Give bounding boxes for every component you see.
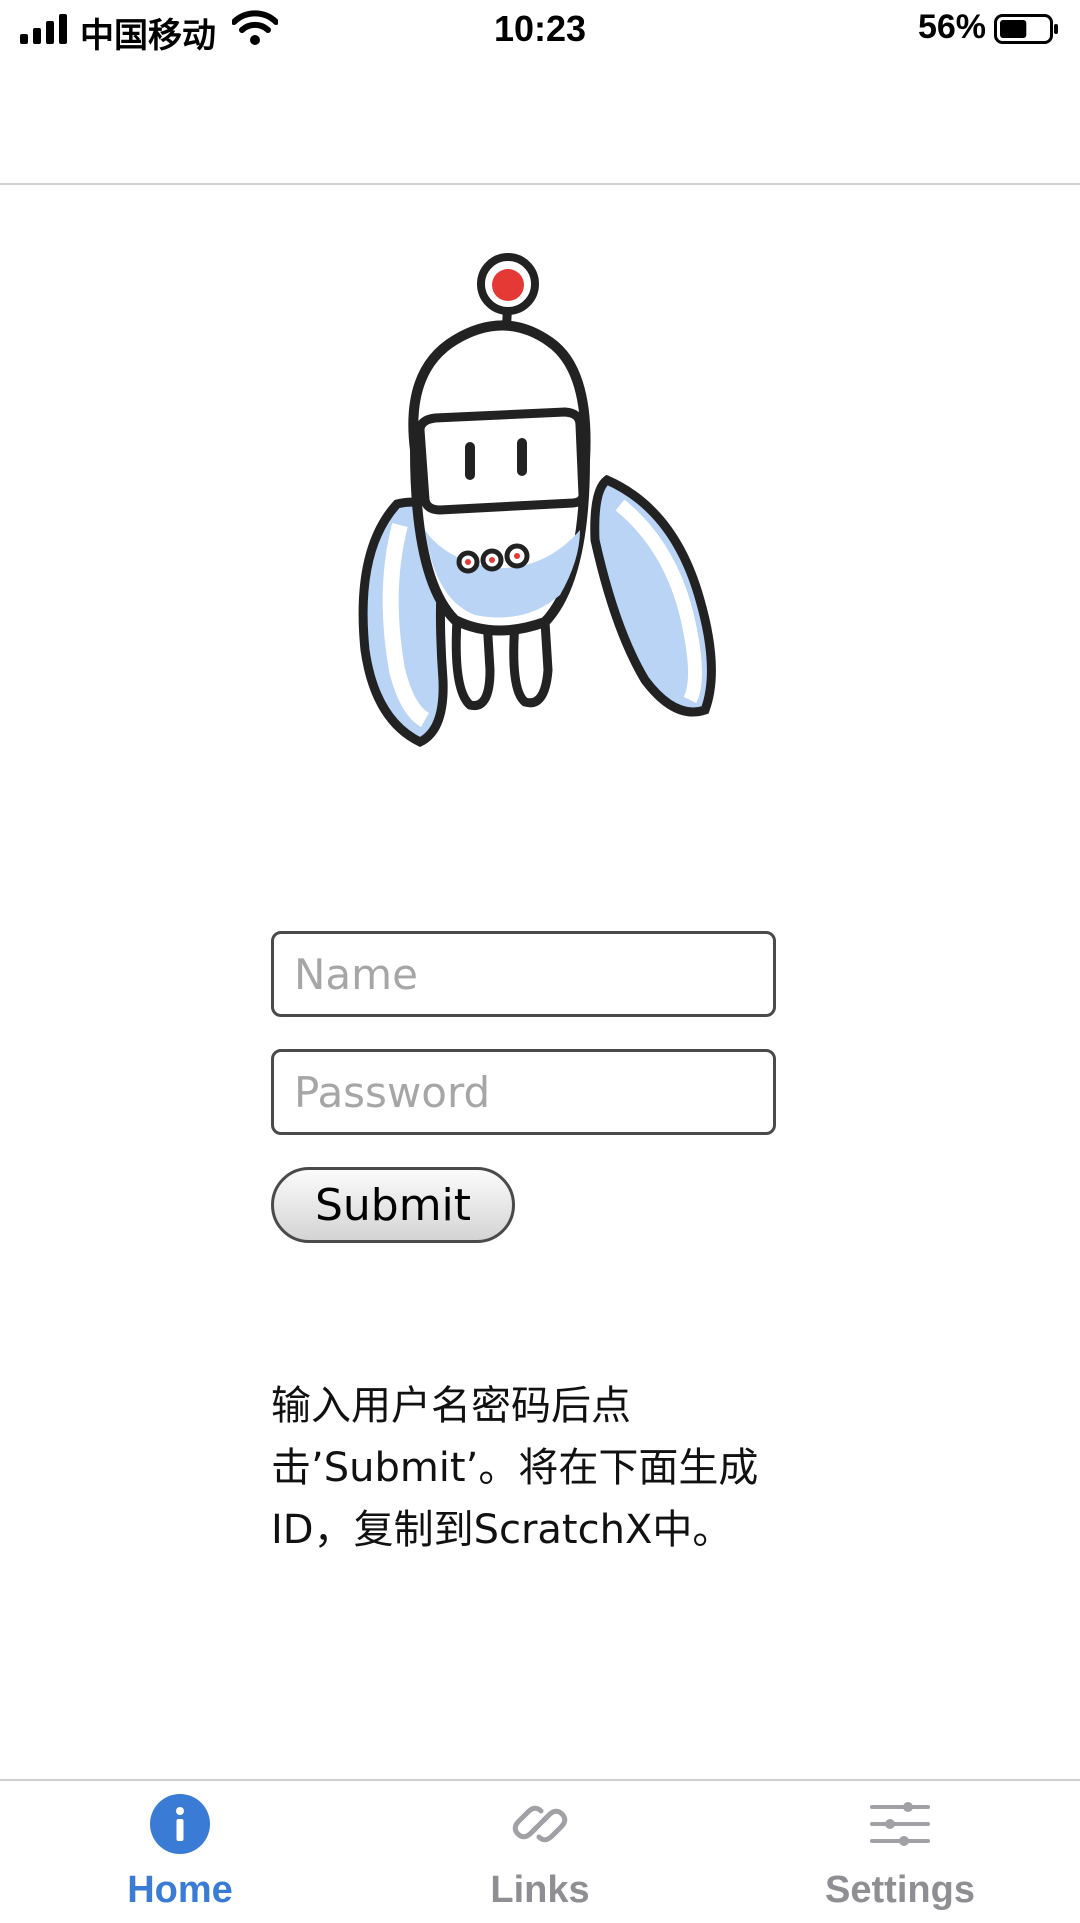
tab-home-label: Home [127,1869,233,1911]
robot-mascot-image [358,253,716,748]
link-icon [512,1805,568,1843]
status-bar: 中国移动 10:23 56% [0,0,1080,60]
tab-home[interactable]: Home [30,1781,330,1923]
sliders-icon [870,1802,930,1846]
navigation-bar [0,60,1080,185]
password-input[interactable] [271,1049,776,1135]
tab-bar: Home Links Settings [0,1779,1080,1923]
name-input[interactable] [271,931,776,1017]
battery-icon [994,14,1058,44]
tab-links[interactable]: Links [390,1781,690,1923]
tab-settings-label: Settings [825,1869,975,1911]
tab-settings[interactable]: Settings [750,1781,1050,1923]
tab-links-label: Links [490,1869,590,1911]
battery-percent: 56% [917,8,986,46]
info-icon [150,1794,210,1854]
instructions-text: 输入用户名密码后点击’Submit’。将在下面生成ID，复制到ScratchX中… [271,1383,759,1553]
submit-button[interactable]: Submit [271,1167,515,1243]
